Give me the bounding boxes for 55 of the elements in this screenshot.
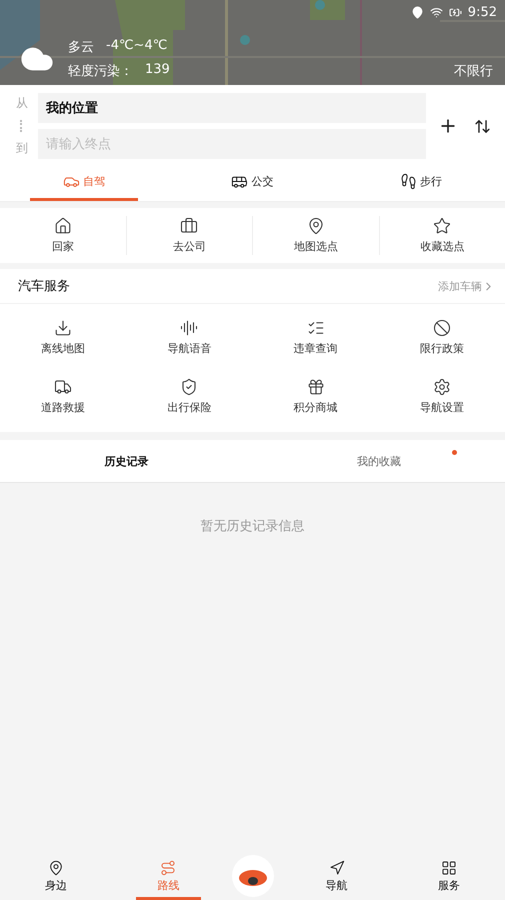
start-field[interactable]: 我的位置	[38, 93, 426, 123]
section-title: 汽车服务	[18, 278, 70, 295]
map-pin-icon	[48, 860, 64, 876]
settings-icon	[432, 378, 451, 396]
shortcut-button[interactable]: 收藏选点	[378, 216, 505, 255]
shortcut-button[interactable]: 回家	[0, 216, 126, 255]
record-tab[interactable]: 我的收藏	[252, 440, 505, 482]
star-icon	[433, 217, 452, 235]
traffic-restriction: 不限行	[454, 63, 493, 80]
sound-wave-icon	[180, 319, 198, 337]
pollution-value: 139	[145, 62, 170, 79]
checklist-icon	[306, 319, 325, 337]
service-button[interactable]: 离线地图	[0, 318, 126, 357]
service-button[interactable]: 出行保险	[126, 377, 252, 416]
nav-tab[interactable]: 身边	[24, 860, 88, 900]
download-icon	[54, 319, 72, 337]
home-icon	[54, 217, 72, 235]
empty-message: 暂无历史记录信息	[200, 519, 304, 534]
to-label: 到	[16, 140, 28, 157]
travel-mode-tab[interactable]: 公交	[198, 165, 307, 201]
service-button[interactable]: 导航语音	[126, 318, 252, 357]
record-tab[interactable]: 历史记录	[0, 440, 252, 482]
weather-condition: 多云	[68, 39, 94, 56]
shield-icon	[180, 378, 198, 396]
pollution-label: 轻度污染：	[68, 63, 133, 80]
swap-arrows-icon	[474, 118, 491, 134]
from-label: 从	[16, 95, 28, 112]
gift-icon	[306, 378, 325, 396]
service-button[interactable]: 限行政策	[378, 318, 505, 357]
service-button[interactable]: 导航设置	[378, 377, 505, 416]
clock-time: 9:52	[468, 4, 497, 20]
wifi-icon	[430, 6, 443, 18]
nav-tab[interactable]: 导航	[304, 860, 369, 900]
travel-mode-tab[interactable]: 自驾	[30, 165, 138, 201]
grid-icon	[440, 860, 457, 876]
location-icon	[410, 6, 424, 18]
service-button[interactable]: 道路救援	[0, 377, 126, 416]
navigation-icon	[328, 860, 345, 876]
prohibited-icon	[432, 319, 451, 337]
battery-icon	[448, 6, 462, 18]
destination-field[interactable]: 请输入终点	[38, 129, 426, 159]
footprints-icon	[400, 173, 417, 190]
temperature-range: -4℃~4℃	[106, 38, 168, 55]
dotted-connector	[20, 120, 24, 132]
truck-icon	[54, 378, 72, 396]
briefcase-icon	[180, 217, 198, 235]
shortcut-button[interactable]: 地图选点	[252, 216, 378, 255]
nav-tab[interactable]: 服务	[416, 860, 481, 900]
shortcut-button[interactable]: 去公司	[126, 216, 252, 255]
service-button[interactable]: 积分商城	[252, 377, 379, 416]
travel-mode-tab[interactable]: 步行	[366, 165, 475, 201]
map-pin-icon	[306, 217, 325, 235]
service-button[interactable]: 违章查询	[252, 318, 379, 357]
mascot-button[interactable]	[230, 854, 274, 898]
route-icon	[160, 860, 176, 876]
